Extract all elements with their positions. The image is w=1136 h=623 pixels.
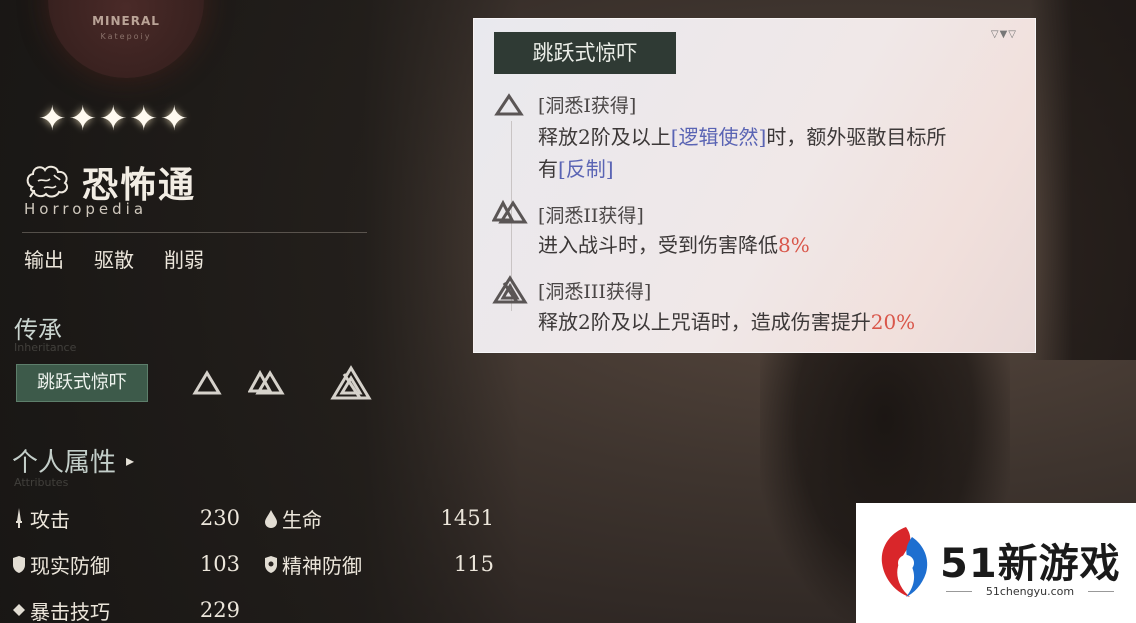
inheritance-title: 传承 [14,316,62,344]
attribute-attack: 攻击 230 [12,503,240,533]
character-panel: MINERAL Katepoiy ✦ ✦ ✦ ✦ ✦ 恐怖通 Horropedi… [0,0,520,623]
star-icon: ✦ [68,99,98,139]
tooltip-entry-text: 释放2阶及以上咒语时，造成伤害提升20% [538,310,916,334]
attribute-label: 暴击技巧 [30,599,110,623]
attribute-crit: 暴击技巧 229 [12,595,240,623]
attribute-label: 攻击 [30,507,70,532]
star-icon: ✦ [38,99,67,139]
character-silhouette-top [1030,0,1136,360]
role-tag: 削弱 [164,248,204,272]
brain-icon [26,165,69,198]
skill-tooltip: 跳跃式惊吓 ▽▼▽ [洞悉I获得] 释放2阶及以上[逻辑使然]时，额外驱散目标所… [473,18,1036,353]
role-tag: 驱散 [94,248,134,272]
tooltip-entry-heading: [洞悉III获得] [538,281,652,303]
tooltip-corner-decoration: ▽▼▽ [990,29,1017,40]
star-icon: ✦ [129,99,159,139]
tooltip-entry-text: 进入战斗时，受到伤害降低8% [538,233,810,257]
inheritance-skill-button[interactable]: 跳跃式惊吓 [16,364,148,402]
triangle-level-2-icon [492,199,528,224]
site-watermark: 51新游戏 51chengyu.com [856,503,1136,623]
emblem-title: MINERAL [92,14,160,28]
drop-icon [265,510,277,528]
attribute-value: 103 [199,552,240,576]
attributes-header[interactable]: 个人属性 ▸ [12,442,134,479]
shield-icon [13,556,25,573]
attribute-value: 230 [199,506,240,530]
keyword-logic[interactable]: [逻辑使然] [671,125,767,149]
tooltip-title: 跳跃式惊吓 [494,32,676,74]
role-tags: 输出 驱散 削弱 [24,244,204,273]
emblem-subtitle: Katepoiy [100,32,152,41]
triangle-level-2-icon[interactable] [248,369,286,397]
attribute-hp: 生命 1451 [264,503,494,533]
mineral-emblem: MINERAL Katepoiy [48,0,204,78]
role-tag: 输出 [24,248,64,272]
triangle-level-3-icon [492,275,528,304]
triangle-level-3-icon[interactable] [330,365,372,401]
attribute-label: 精神防御 [282,553,362,578]
watermark-brand: 51新游戏 [940,541,1121,587]
attribute-reality-defense: 现实防御 103 [12,549,240,579]
watermark-rule [1088,591,1114,592]
expand-arrow-icon[interactable]: ▸ [126,451,134,470]
attribute-value: 1451 [440,506,494,530]
attribute-value: 229 [199,598,240,622]
name-divider [22,232,367,233]
tooltip-entry-heading: [洞悉II获得] [538,205,644,227]
inheritance-row: 跳跃式惊吓 [16,364,372,402]
attribute-label: 生命 [282,507,322,532]
crit-icon [13,604,25,616]
watermark-logo-icon [881,527,928,597]
mind-shield-icon [265,556,277,573]
inheritance-subtitle: Inheritance [14,341,77,354]
attribute-value: 115 [453,552,494,576]
attribute-mind-defense: 精神防御 115 [264,549,494,579]
keyword-counter[interactable]: [反制] [558,157,614,181]
triangle-level-1-icon [494,93,524,116]
attribute-label: 现实防御 [30,553,110,578]
attributes-title: 个人属性 [12,448,117,478]
attributes-subtitle: Attributes [14,476,69,489]
triangle-level-1-icon[interactable] [192,370,222,396]
rarity-stars: ✦ ✦ ✦ ✦ ✦ [38,100,189,138]
star-icon: ✦ [99,99,128,139]
tooltip-entry-text: 释放2阶及以上[逻辑使然]时，额外驱散目标所 有[反制] [538,125,947,181]
sword-icon [16,508,22,528]
star-icon: ✦ [160,99,189,139]
tooltip-entry-heading: [洞悉I获得] [538,95,637,117]
character-name-en: Horropedia [24,200,148,218]
